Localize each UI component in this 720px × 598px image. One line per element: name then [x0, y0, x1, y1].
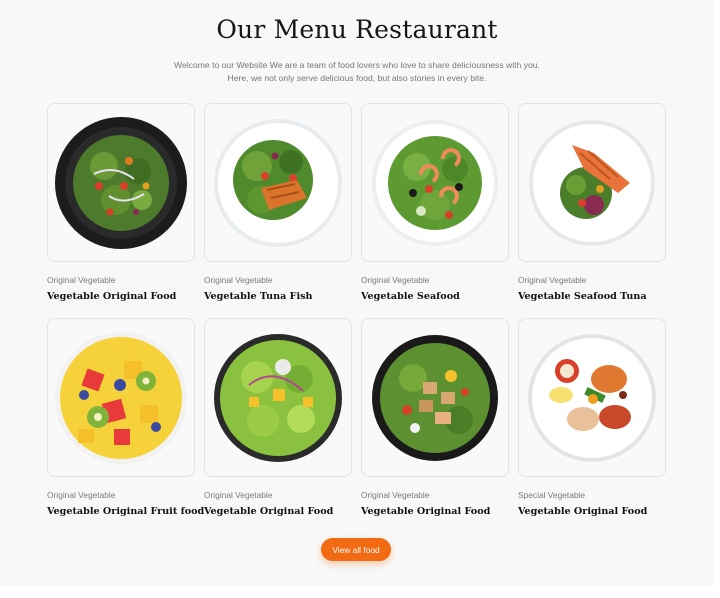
subtitle-line-2: Here, we not only serve delicious food, … — [227, 72, 487, 83]
menu-card[interactable]: Original Vegetable Vegetable Seafood Tun… — [518, 103, 666, 302]
page-title: Our Menu Restaurant — [216, 15, 498, 44]
menu-card-image-frame[interactable] — [47, 103, 195, 262]
green-salad-bowl-image — [214, 333, 342, 462]
shrimp-seafood-salad-image — [372, 119, 498, 246]
menu-card-image-frame[interactable] — [361, 103, 509, 262]
menu-card[interactable]: Original Vegetable Vegetable Original Fo… — [47, 103, 195, 302]
tuna-fish-salad-plate-image — [214, 118, 342, 247]
mixed-salad-dark-bowl-image — [55, 116, 187, 249]
salmon-salad-plate-image — [529, 119, 655, 246]
chicken-salad-dark-bowl-image — [372, 334, 498, 461]
menu-card-title[interactable]: Vegetable Original Food — [204, 506, 352, 517]
menu-card[interactable]: Original Vegetable Vegetable Tuna Fish — [204, 103, 352, 302]
menu-card-category: Original Vegetable — [361, 490, 430, 500]
menu-card-image-frame[interactable] — [204, 103, 352, 262]
menu-card[interactable]: Original Vegetable Vegetable Original Fo… — [361, 318, 509, 517]
menu-card-category: Original Vegetable — [47, 490, 116, 500]
menu-card[interactable]: Original Vegetable Vegetable Seafood — [361, 103, 509, 302]
menu-card-title[interactable]: Vegetable Seafood — [361, 291, 509, 302]
page-subtitle: Welcome to our Website We are a team of … — [0, 59, 714, 84]
subtitle-line-1: Welcome to our Website We are a team of … — [174, 60, 540, 70]
fruit-salad-bowl-image — [55, 331, 187, 464]
menu-card-category: Original Vegetable — [204, 275, 273, 285]
menu-card-image-frame[interactable] — [204, 318, 352, 477]
meat-platter-plate-image — [528, 333, 656, 462]
menu-card-title[interactable]: Vegetable Seafood Tuna — [518, 291, 666, 302]
menu-card-title[interactable]: Vegetable Tuna Fish — [204, 291, 352, 302]
menu-card-title[interactable]: Vegetable Original Food — [361, 506, 509, 517]
menu-card-category: Original Vegetable — [204, 490, 273, 500]
menu-card-title[interactable]: Vegetable Original Food — [518, 506, 666, 517]
menu-card-image-frame[interactable] — [518, 318, 666, 477]
menu-card-title[interactable]: Vegetable Original Food — [47, 291, 195, 302]
menu-card-image-frame[interactable] — [47, 318, 195, 477]
menu-card-image-frame[interactable] — [361, 318, 509, 477]
menu-section: Our Menu Restaurant Welcome to our Websi… — [0, 0, 714, 586]
menu-card[interactable]: Original Vegetable Vegetable Original Fo… — [204, 318, 352, 517]
menu-card[interactable]: Original Vegetable Vegetable Original Fr… — [47, 318, 204, 517]
menu-card-category: Original Vegetable — [47, 275, 116, 285]
menu-card-category: Original Vegetable — [361, 275, 430, 285]
menu-card-image-frame[interactable] — [518, 103, 666, 262]
menu-card-category: Original Vegetable — [518, 275, 587, 285]
view-all-food-button[interactable]: View all food — [321, 538, 391, 561]
menu-card[interactable]: Special Vegetable Vegetable Original Foo… — [518, 318, 666, 517]
menu-card-category: Special Vegetable — [518, 490, 586, 500]
menu-card-title[interactable]: Vegetable Original Fruit food — [47, 506, 204, 517]
